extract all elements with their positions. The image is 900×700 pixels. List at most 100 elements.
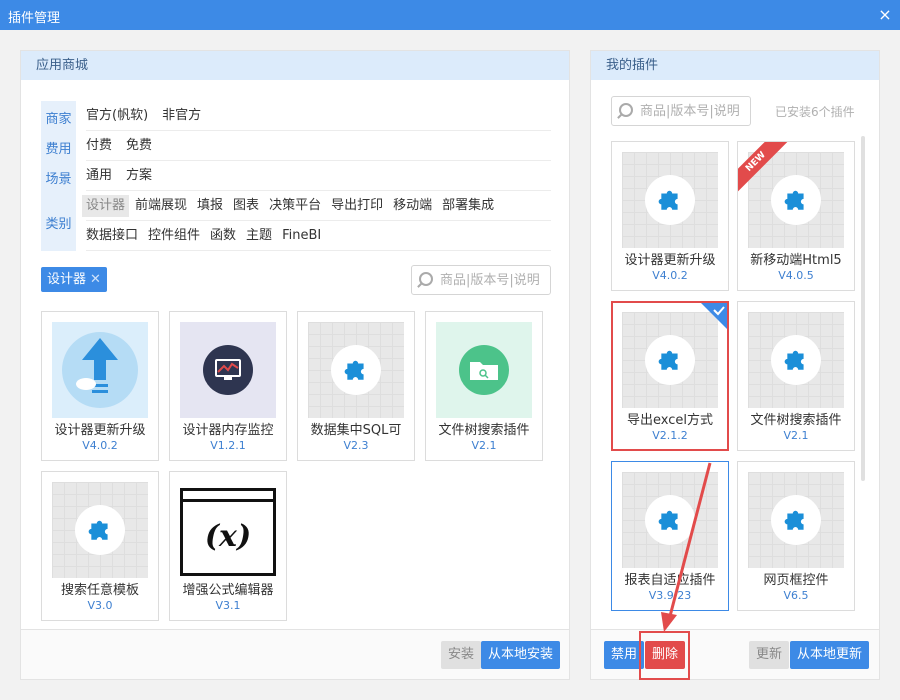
my-plugin-card[interactable]: NEW 新移动端Html5 V4.0.5 [737, 141, 855, 291]
filter-row-vendor: 官方(帆软) 非官方 [86, 101, 551, 131]
plugin-thumbnail [622, 152, 718, 248]
puzzle-icon [343, 357, 369, 383]
filter-option[interactable]: 通用 [86, 161, 112, 190]
formula-icon: (x) [204, 519, 252, 554]
plugin-name: 文件树搜索插件 [438, 423, 530, 438]
my-plugin-card[interactable]: 报表自适应插件 V3.9.23 [611, 461, 729, 611]
local-update-button[interactable]: 从本地更新 [790, 641, 870, 669]
filter-option[interactable]: 免费 [126, 131, 152, 160]
puzzle-icon [783, 507, 809, 533]
store-card[interactable]: 文件树搜索插件 V2.1 [425, 311, 543, 461]
store-search-box[interactable] [411, 265, 551, 295]
close-icon[interactable]: × [870, 0, 900, 30]
filter-row-category-1: 设计器 前端展现 填报 图表 决策平台 导出打印 移动端 部署集成 [82, 191, 551, 221]
store-card[interactable]: (x) 增强公式编辑器 V3.1 [169, 471, 287, 621]
my-search-input[interactable] [640, 102, 740, 120]
folder-search-icon [459, 345, 509, 395]
search-icon [619, 103, 633, 117]
plugin-name: 设计器更新升级 [624, 253, 716, 268]
plugin-thumbnail [436, 322, 532, 418]
icon-circle [771, 175, 821, 225]
filter-option[interactable]: 前端展现 [135, 191, 187, 220]
window-title: 插件管理 [8, 11, 61, 26]
filter-option[interactable]: 非官方 [162, 101, 201, 130]
puzzle-icon [657, 507, 683, 533]
filter-option[interactable]: 官方(帆软) [86, 101, 148, 130]
filter-option[interactable]: 函数 [210, 221, 236, 250]
store-card[interactable]: 设计器更新升级 V4.0.2 [41, 311, 159, 461]
disable-button[interactable]: 禁用 [604, 641, 645, 669]
plugin-version: V4.0.5 [778, 269, 814, 282]
filter-option[interactable]: 填报 [197, 191, 223, 220]
puzzle-icon [783, 347, 809, 373]
store-card[interactable]: 数据集中SQL可 V2.3 [297, 311, 415, 461]
check-icon [701, 303, 727, 329]
filter-option[interactable]: 控件组件 [148, 221, 200, 250]
install-button[interactable]: 安装 [441, 641, 482, 669]
my-search-box[interactable] [611, 96, 751, 126]
my-plugin-card[interactable]: 设计器更新升级 V4.0.2 [611, 141, 729, 291]
store-footer: 安装 从本地安装 [21, 629, 569, 679]
filter-area: 商家 费用 场景 类别 官方(帆软) 非官方 付费 免费 通用 方案 设计器 前… [41, 101, 551, 251]
plugin-version: V2.1 [783, 429, 809, 442]
icon-circle [771, 335, 821, 385]
remove-tag-icon[interactable]: ✕ [90, 272, 101, 287]
icon-circle [331, 345, 381, 395]
scrollbar[interactable] [861, 136, 865, 481]
local-install-button[interactable]: 从本地安装 [481, 641, 561, 669]
plugin-version: V4.0.2 [82, 439, 118, 452]
filter-option[interactable]: 导出打印 [331, 191, 383, 220]
filter-option[interactable]: 移动端 [393, 191, 432, 220]
icon-circle [645, 175, 695, 225]
my-plugin-card[interactable]: 文件树搜索插件 V2.1 [737, 301, 855, 451]
plugin-version: V2.3 [343, 439, 369, 452]
plugin-thumbnail: (x) [180, 488, 276, 576]
filter-row-category-2: 数据接口 控件组件 函数 主题 FineBI [86, 221, 551, 251]
puzzle-icon [657, 347, 683, 373]
plugin-thumbnail [748, 312, 844, 408]
filter-option[interactable]: 付费 [86, 131, 112, 160]
puzzle-icon [657, 187, 683, 213]
plugin-name: 报表自适应插件 [624, 573, 716, 588]
plugin-thumbnail [52, 482, 148, 578]
search-icon [419, 272, 433, 286]
filter-option[interactable]: 方案 [126, 161, 152, 190]
puzzle-icon [87, 517, 113, 543]
filter-label-vendor: 商家 [45, 112, 72, 127]
filter-label-category: 类别 [45, 217, 72, 232]
memory-monitor-icon [203, 345, 253, 395]
filter-option[interactable]: FineBI [282, 221, 321, 250]
store-card[interactable]: 设计器内存监控 V1.2.1 [169, 311, 287, 461]
icon-circle [771, 495, 821, 545]
plugin-version: V4.0.2 [652, 269, 688, 282]
plugin-thumbnail [622, 472, 718, 568]
icon-circle [75, 505, 125, 555]
store-header: 应用商城 [21, 51, 569, 80]
filter-option[interactable]: 决策平台 [269, 191, 321, 220]
my-plugin-card-selected[interactable]: 导出excel方式 V2.1.2 [611, 301, 729, 451]
filter-label-fee: 费用 [45, 142, 72, 157]
plugin-name: 设计器内存监控 [182, 423, 274, 438]
plugin-thumbnail [308, 322, 404, 418]
puzzle-icon [783, 187, 809, 213]
plugin-version: V2.1 [471, 439, 497, 452]
update-button[interactable]: 更新 [749, 641, 790, 669]
store-panel: 应用商城 商家 费用 场景 类别 官方(帆软) 非官方 付费 免费 通用 方案 … [20, 50, 570, 680]
window-bar [183, 499, 273, 502]
plugin-thumbnail [180, 322, 276, 418]
plugin-name: 文件树搜索插件 [750, 413, 842, 428]
my-plugin-card[interactable]: 网页框控件 V6.5 [737, 461, 855, 611]
icon-circle [645, 335, 695, 385]
store-search-input[interactable] [440, 271, 540, 289]
filter-option[interactable]: 主题 [246, 221, 272, 250]
filter-option[interactable]: 部署集成 [442, 191, 494, 220]
title-bar: 插件管理 × [0, 0, 900, 30]
plugin-version: V1.2.1 [210, 439, 246, 452]
plugin-version: V3.9.23 [648, 589, 692, 602]
active-filter-tag: 设计器 ✕ [41, 267, 107, 292]
filter-option[interactable]: 图表 [233, 191, 259, 220]
filter-option[interactable]: 数据接口 [86, 221, 138, 250]
store-card[interactable]: 搜索任意模板 V3.0 [41, 471, 159, 621]
upgrade-icon [62, 332, 138, 408]
filter-option-selected[interactable]: 设计器 [82, 195, 130, 217]
